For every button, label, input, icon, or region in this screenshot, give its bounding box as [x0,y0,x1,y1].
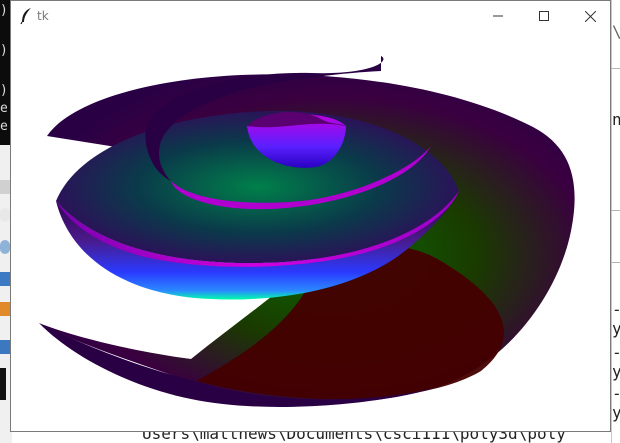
terminal-glyph: ) [0,3,8,18]
close-icon [584,10,596,22]
feather-icon [20,8,31,25]
background-text: n [612,110,620,129]
render-canvas [11,31,610,431]
divider [611,68,620,69]
window-title: tk [37,9,49,23]
background-text: -y [612,384,620,422]
background-path-text: Users\matthews\Documents\csci111\poly3d\… [142,432,566,443]
minimize-icon [493,15,503,17]
shape-icon [0,272,10,286]
background-text: -y [612,343,620,381]
exclamation-icon [0,368,6,400]
maximize-button[interactable] [521,1,567,31]
divider [611,210,620,211]
lasso-icon [0,208,10,222]
tk-window: tk [10,0,611,432]
terminal-glyph: e [0,101,8,116]
title-bar[interactable]: tk [11,1,610,31]
pencil-icon [0,302,10,316]
terminal-glyph: ) [0,83,8,98]
tool-icon [0,180,10,194]
terminal-glyph: e [0,119,8,134]
minimize-button[interactable] [475,1,521,31]
background-terminal-bottom: Users\matthews\Documents\csci111\poly3d\… [12,432,611,443]
background-text: -y [612,300,620,338]
magnifier-icon [0,240,10,254]
terminal-glyph: ) [0,43,8,58]
background-text: \ [612,22,620,41]
image-icon [0,340,10,354]
close-button[interactable] [567,1,613,31]
maximize-icon [539,11,549,21]
divider [611,262,620,263]
